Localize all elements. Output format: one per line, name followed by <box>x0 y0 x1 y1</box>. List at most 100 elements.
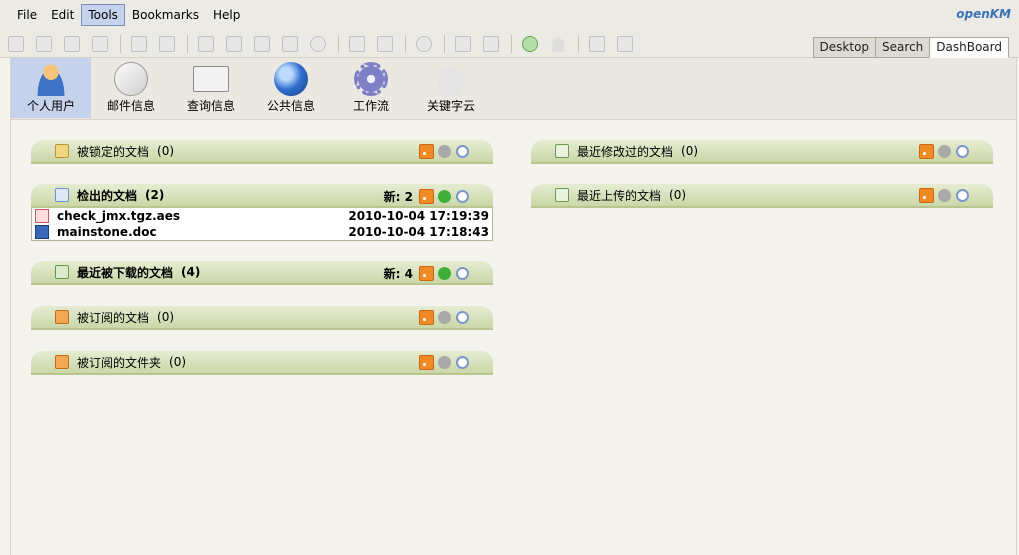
checkin-icon[interactable] <box>282 36 298 52</box>
table-row[interactable]: check_jmx.tgz.aes 2010-10-04 17:19:39 <box>32 208 492 224</box>
menu-tools[interactable]: Tools <box>81 4 125 26</box>
dash-workflow-label: 工作流 <box>352 99 389 113</box>
widget-header[interactable]: 最近上传的文档 (0) <box>531 184 993 208</box>
tab-desktop[interactable]: Desktop <box>812 37 876 58</box>
widget-title: 最近上传的文档 <box>577 188 662 203</box>
menu-bookmarks[interactable]: Bookmarks <box>125 4 206 26</box>
toolbar-separator <box>511 35 512 53</box>
dash-general[interactable]: 公共信息 <box>251 58 331 118</box>
dashboard-main: 被锁定的文档 (0) 检出的文档 (2) 新: 2 check_jmx.tgz.… <box>10 120 1017 555</box>
tab-search[interactable]: Search <box>875 37 930 58</box>
home-icon[interactable] <box>550 36 566 52</box>
toolbar-separator <box>405 35 406 53</box>
search-icon[interactable] <box>456 356 469 369</box>
document-date: 2010-10-04 17:18:43 <box>348 225 489 239</box>
news-icon <box>193 66 229 92</box>
export-icon[interactable] <box>589 36 605 52</box>
widget-title: 检出的文档 <box>77 188 138 203</box>
rss-icon[interactable] <box>419 355 434 370</box>
rss-icon[interactable] <box>419 144 434 159</box>
table-row[interactable]: mainstone.doc 2010-10-04 17:18:43 <box>32 224 492 240</box>
menu-edit[interactable]: Edit <box>44 4 81 26</box>
toolbar-separator <box>187 35 188 53</box>
dash-news-label: 查询信息 <box>186 99 235 113</box>
widget-header[interactable]: 被锁定的文档 (0) <box>31 140 493 164</box>
document-name[interactable]: check_jmx.tgz.aes <box>57 209 180 223</box>
workflow-icon[interactable] <box>416 36 432 52</box>
rss-icon[interactable] <box>419 310 434 325</box>
dashboard-bar: 个人用户 邮件信息 查询信息 公共信息 工作流 关键字云 <box>10 58 1017 120</box>
refresh-icon[interactable] <box>522 36 538 52</box>
menu-help[interactable]: Help <box>206 4 247 26</box>
download-icon <box>55 265 69 279</box>
widget-count: (0) <box>157 310 175 324</box>
download-icon[interactable] <box>226 36 242 52</box>
toolbar-separator <box>338 35 339 53</box>
dash-news[interactable]: 查询信息 <box>171 58 251 118</box>
view-tabs: Desktop Search DashBoard <box>812 37 1009 58</box>
widget-subscribed-docs: 被订阅的文档 (0) <box>31 306 493 330</box>
search-icon[interactable] <box>456 190 469 203</box>
toolbar: Desktop Search DashBoard <box>0 30 1019 58</box>
find-folder-icon[interactable] <box>36 36 52 52</box>
add-subscription-icon[interactable] <box>455 36 471 52</box>
widget-count: (0) <box>669 188 687 202</box>
mail-icon <box>114 62 148 96</box>
rss-icon[interactable] <box>419 266 434 281</box>
check-icon[interactable] <box>938 145 951 158</box>
cloud-icon <box>434 62 468 96</box>
widget-header[interactable]: 被订阅的文档 (0) <box>31 306 493 330</box>
menubar: File Edit Tools Bookmarks Help openKM <box>0 0 1019 30</box>
search-icon[interactable] <box>456 145 469 158</box>
widget-title: 被订阅的文件夹 <box>77 355 162 370</box>
document-icon <box>555 144 569 158</box>
widget-title: 被订阅的文档 <box>77 310 150 325</box>
user-icon <box>34 62 68 96</box>
rss-icon[interactable] <box>419 189 434 204</box>
check-icon[interactable] <box>438 190 451 203</box>
check-icon[interactable] <box>938 189 951 202</box>
dash-keyword-cloud[interactable]: 关键字云 <box>411 58 491 118</box>
scanner-icon[interactable] <box>617 36 633 52</box>
dash-user-label: 个人用户 <box>26 99 75 113</box>
lock-icon[interactable] <box>131 36 147 52</box>
cancel-checkout-icon[interactable] <box>310 36 326 52</box>
widget-header[interactable]: 最近修改过的文档 (0) <box>531 140 993 164</box>
widget-subscribed-folders: 被订阅的文件夹 (0) <box>31 351 493 375</box>
find-similar-icon[interactable] <box>92 36 108 52</box>
check-icon[interactable] <box>438 356 451 369</box>
widget-header[interactable]: 被订阅的文件夹 (0) <box>31 351 493 375</box>
widget-count: (0) <box>169 355 187 369</box>
add-property-icon[interactable] <box>349 36 365 52</box>
widget-count: (0) <box>157 144 175 158</box>
tab-dashboard[interactable]: DashBoard <box>929 37 1009 58</box>
remove-subscription-icon[interactable] <box>483 36 499 52</box>
unlock-icon[interactable] <box>159 36 175 52</box>
rss-icon[interactable] <box>919 144 934 159</box>
document-name[interactable]: mainstone.doc <box>57 225 157 239</box>
search-icon[interactable] <box>456 311 469 324</box>
dash-user[interactable]: 个人用户 <box>11 58 91 118</box>
dash-mail[interactable]: 邮件信息 <box>91 58 171 118</box>
check-icon[interactable] <box>438 267 451 280</box>
remove-property-icon[interactable] <box>377 36 393 52</box>
add-document-icon[interactable] <box>198 36 214 52</box>
search-icon[interactable] <box>956 145 969 158</box>
create-folder-icon[interactable] <box>8 36 24 52</box>
checkout-icon[interactable] <box>254 36 270 52</box>
menu-file[interactable]: File <box>10 4 44 26</box>
search-icon[interactable] <box>956 189 969 202</box>
search-icon[interactable] <box>456 267 469 280</box>
widget-title: 最近被下载的文档 <box>77 265 174 280</box>
find-document-icon[interactable] <box>64 36 80 52</box>
dash-workflow[interactable]: 工作流 <box>331 58 411 118</box>
openkm-logo: openKM <box>956 7 1011 21</box>
toolbar-separator <box>578 35 579 53</box>
rss-icon[interactable] <box>919 188 934 203</box>
widget-locked-docs: 被锁定的文档 (0) <box>31 140 493 164</box>
check-icon[interactable] <box>438 311 451 324</box>
widget-header[interactable]: 检出的文档 (2) 新: 2 <box>31 184 493 208</box>
widget-header[interactable]: 最近被下载的文档 (4) 新: 4 <box>31 261 493 285</box>
widget-title: 最近修改过的文档 <box>577 144 674 159</box>
check-icon[interactable] <box>438 145 451 158</box>
